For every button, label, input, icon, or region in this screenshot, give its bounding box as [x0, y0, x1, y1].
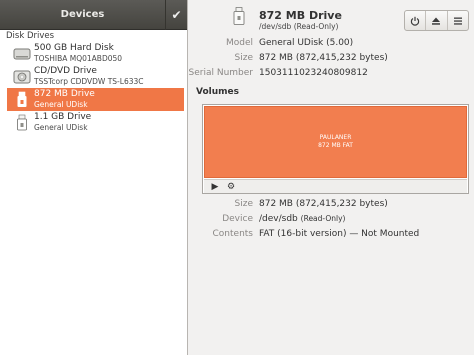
- hard-disk-icon: [13, 48, 31, 60]
- optical-drive-icon: [13, 70, 31, 84]
- volume-device-row: Device /dev/sdb (Read-Only): [189, 214, 474, 228]
- serial-value: 1503111023240809812: [259, 68, 368, 78]
- device-item-hard-disk[interactable]: 500 GB Hard Disk TOSHIBA MQ01ABD050: [7, 42, 184, 65]
- devices-header: Devices ✔: [0, 0, 187, 30]
- device-name: 1.1 GB Drive: [34, 112, 92, 122]
- devices-pane: Devices ✔ Disk Drives 500 GB Hard Disk T…: [0, 0, 188, 355]
- drive-header: 872 MB Drive /dev/sdb (Read-Only): [189, 0, 474, 31]
- usb-drive-icon: [17, 91, 27, 107]
- gears-icon[interactable]: ⚙: [225, 181, 237, 193]
- model-label: Model: [225, 38, 253, 48]
- device-name: 872 MB Drive: [34, 89, 95, 99]
- usb-drive-icon: [233, 7, 245, 25]
- drive-actions: [404, 10, 469, 31]
- size-row: Size 872 MB (872,415,232 bytes): [189, 53, 474, 67]
- device-model: General UDisk: [34, 100, 88, 109]
- read-only-note: (Read-Only): [293, 22, 339, 31]
- volume-contents-value: FAT (16-bit version) — Not Mounted: [259, 229, 420, 239]
- volume-desc: 872 MB FAT: [318, 142, 353, 149]
- play-icon[interactable]: ▶: [209, 181, 221, 193]
- power-off-button[interactable]: [405, 11, 425, 30]
- drive-details-pane: 872 MB Drive /dev/sdb (Read-Only) Model …: [189, 0, 474, 355]
- serial-row: Serial Number 1503111023240809812: [189, 68, 474, 82]
- model-row: Model General UDisk (5.00): [189, 38, 474, 52]
- volume-read-only-note: (Read-Only): [300, 214, 346, 223]
- volume-contents-row: Contents FAT (16-bit version) — Not Moun…: [189, 229, 474, 243]
- device-item-1-1gb[interactable]: 1.1 GB Drive General UDisk: [7, 111, 184, 134]
- drive-path: /dev/sdb (Read-Only): [259, 22, 338, 31]
- disk-drives-label: Disk Drives: [6, 31, 55, 41]
- model-value: General UDisk (5.00): [259, 38, 354, 48]
- device-name: 500 GB Hard Disk: [34, 43, 114, 53]
- device-model: TSSTcorp CDDVDW TS-L633C: [34, 77, 144, 86]
- power-icon: [410, 16, 420, 26]
- serial-label: Serial Number: [188, 68, 253, 78]
- volume-toolbar: ▶ ⚙: [204, 179, 467, 193]
- eject-icon: [432, 17, 441, 25]
- volume-label: PAULANER: [319, 134, 352, 141]
- size-label: Size: [234, 53, 253, 63]
- menu-icon: [453, 17, 462, 25]
- size-value: 872 MB (872,415,232 bytes): [259, 53, 388, 63]
- device-item-cd-dvd[interactable]: CD/DVD Drive TSSTcorp CDDVDW TS-L633C: [7, 65, 184, 88]
- usb-drive-icon: [17, 114, 27, 131]
- volume-size-label: Size: [234, 199, 253, 209]
- drive-title: 872 MB Drive: [259, 9, 342, 22]
- volumes-title: Volumes: [196, 87, 239, 97]
- drive-menu-button[interactable]: [446, 11, 468, 30]
- volume-device-path: /dev/sdb: [259, 214, 298, 224]
- checkmark-icon[interactable]: ✔: [165, 0, 187, 30]
- drive-device-path: /dev/sdb: [259, 22, 292, 31]
- volume-segment[interactable]: PAULANER 872 MB FAT: [204, 106, 467, 178]
- volume-contents-label: Contents: [212, 229, 253, 239]
- device-model: TOSHIBA MQ01ABD050: [34, 54, 123, 63]
- eject-button[interactable]: [425, 11, 446, 30]
- device-name: CD/DVD Drive: [34, 66, 97, 76]
- device-model: General UDisk: [34, 123, 88, 132]
- device-item-872mb[interactable]: 872 MB Drive General UDisk: [7, 88, 184, 111]
- volume-size-value: 872 MB (872,415,232 bytes): [259, 199, 388, 209]
- volume-size-row: Size 872 MB (872,415,232 bytes): [189, 199, 474, 213]
- devices-title: Devices: [60, 9, 105, 20]
- volume-device-label: Device: [222, 214, 253, 224]
- volume-map: PAULANER 872 MB FAT ▶ ⚙: [202, 104, 469, 194]
- volume-device-value: /dev/sdb (Read-Only): [259, 214, 345, 224]
